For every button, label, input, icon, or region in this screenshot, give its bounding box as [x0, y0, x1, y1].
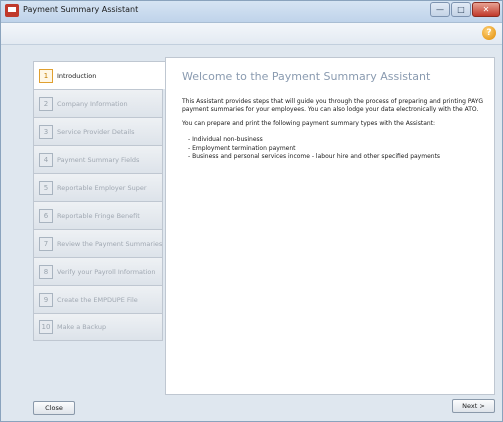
nav-step-reportable-fringe-benefit[interactable]: 6 Reportable Fringe Benefit — [33, 201, 163, 229]
close-button[interactable]: Close — [33, 401, 75, 415]
window-title: Payment Summary Assistant — [23, 5, 139, 14]
step-label: Service Provider Details — [57, 127, 135, 136]
list-item: - Business and personal services income … — [188, 153, 441, 161]
step-label: Reportable Fringe Benefit — [57, 211, 140, 220]
step-label: Review the Payment Summaries — [57, 239, 163, 248]
types-paragraph: You can prepare and print the following … — [182, 120, 436, 127]
step-number: 6 — [39, 208, 53, 223]
nav-step-review-payment-summaries[interactable]: 7 Review the Payment Summaries — [33, 229, 163, 257]
toolbar: ? — [1, 23, 502, 45]
step-label: Reportable Employer Super — [57, 183, 147, 192]
page-title: Welcome to the Payment Summary Assistant — [182, 70, 431, 83]
nav-step-reportable-employer-super[interactable]: 5 Reportable Employer Super — [33, 173, 163, 201]
step-label: Introduction — [57, 71, 97, 80]
nav-step-service-provider-details[interactable]: 3 Service Provider Details — [33, 117, 163, 145]
step-number: 8 — [39, 264, 53, 279]
step-number: 1 — [39, 68, 53, 83]
minimize-button[interactable]: — — [430, 2, 450, 17]
nav-step-create-empdupe-file[interactable]: 9 Create the EMPDUPE File — [33, 285, 163, 313]
step-number: 10 — [39, 320, 53, 334]
next-button[interactable]: Next > — [452, 399, 495, 413]
step-number: 7 — [39, 236, 53, 251]
title-bar: Payment Summary Assistant — □ ✕ — [1, 1, 502, 23]
list-item: - Employment termination payment — [188, 144, 296, 152]
step-number: 9 — [39, 292, 53, 307]
window-controls: — □ ✕ — [429, 2, 500, 19]
assistant-window: Payment Summary Assistant — □ ✕ ? 1 Intr… — [0, 0, 503, 422]
close-window-button[interactable]: ✕ — [472, 2, 500, 17]
help-icon[interactable]: ? — [482, 26, 496, 40]
app-icon — [5, 4, 19, 17]
step-navigation: 1 Introduction 2 Company Information 3 S… — [33, 61, 166, 341]
nav-step-verify-payroll-information[interactable]: 8 Verify your Payroll Information — [33, 257, 163, 285]
step-number: 2 — [39, 96, 53, 111]
content-panel: Welcome to the Payment Summary Assistant… — [165, 57, 495, 395]
step-label: Verify your Payroll Information — [57, 267, 156, 276]
nav-step-payment-summary-fields[interactable]: 4 Payment Summary Fields — [33, 145, 163, 173]
nav-step-introduction[interactable]: 1 Introduction — [33, 61, 166, 89]
step-label: Make a Backup — [57, 323, 107, 331]
payment-types-list: - Individual non-business - Employment t… — [188, 136, 440, 162]
step-label: Company Information — [57, 99, 128, 108]
step-label: Payment Summary Fields — [57, 155, 140, 164]
maximize-button[interactable]: □ — [451, 2, 471, 17]
step-number: 5 — [39, 180, 53, 195]
nav-step-company-information[interactable]: 2 Company Information — [33, 89, 163, 117]
step-number: 4 — [39, 152, 53, 167]
step-label: Create the EMPDUPE File — [57, 295, 138, 304]
nav-step-make-backup[interactable]: 10 Make a Backup — [33, 313, 163, 341]
intro-paragraph: This Assistant provides steps that will … — [182, 98, 484, 113]
step-number: 3 — [39, 124, 53, 139]
list-item: - Individual non-business — [188, 136, 263, 143]
